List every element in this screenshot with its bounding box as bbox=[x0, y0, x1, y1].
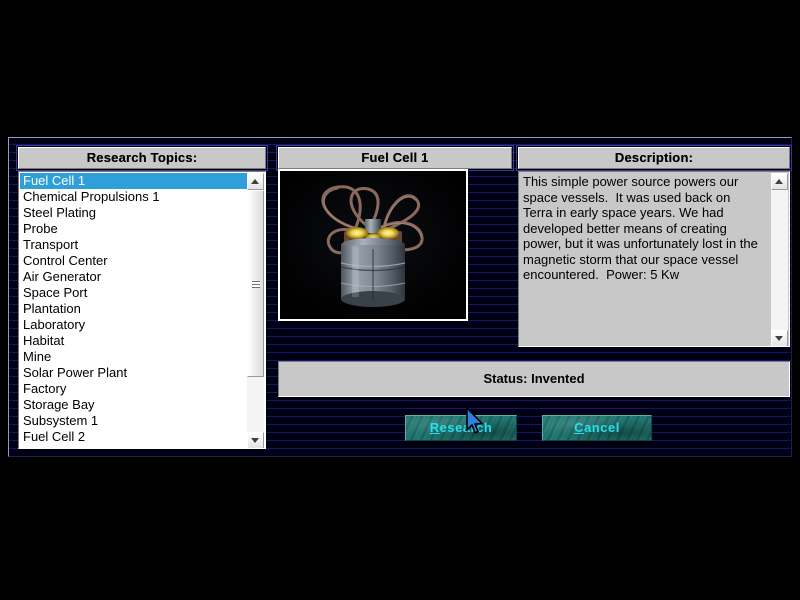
artwork-frame bbox=[278, 169, 468, 321]
research-topics-list-items[interactable]: Fuel Cell 1 Chemical Propulsions 1 Steel P… bbox=[20, 173, 248, 448]
list-item[interactable]: Solar Power Plant bbox=[20, 365, 248, 381]
cancel-button-accel: C bbox=[574, 420, 585, 435]
list-item[interactable]: Chemical Propulsions 1 bbox=[20, 189, 248, 205]
topics-scroll-up-button[interactable] bbox=[247, 173, 264, 190]
topics-scroll-down-button[interactable] bbox=[247, 432, 264, 448]
list-item[interactable]: Space Port bbox=[20, 285, 248, 301]
list-item[interactable]: Air Generator bbox=[20, 269, 248, 285]
topics-scrollbar[interactable] bbox=[247, 173, 264, 448]
image-header-outline: Fuel Cell 1 bbox=[276, 145, 514, 171]
cancel-button-label: ancel bbox=[584, 420, 620, 435]
list-item[interactable]: Control Center bbox=[20, 253, 248, 269]
research-dialog: Research Topics: Fuel Cell 1 Chemical Pro… bbox=[8, 137, 792, 457]
description-text: This simple power source powers our spac… bbox=[523, 174, 762, 282]
list-item[interactable]: Mine bbox=[20, 349, 248, 365]
list-item[interactable]: Probe bbox=[20, 221, 248, 237]
research-button-accel: R bbox=[429, 420, 440, 435]
research-topics-list[interactable]: Fuel Cell 1 Chemical Propulsions 1 Steel P… bbox=[18, 171, 266, 449]
description-scroll-down-button[interactable] bbox=[771, 330, 788, 346]
description-scrollbar[interactable] bbox=[771, 173, 788, 346]
list-item[interactable]: Storage Bay bbox=[20, 397, 248, 413]
description-box[interactable]: This simple power source powers our spac… bbox=[518, 171, 790, 347]
triangle-up-icon bbox=[251, 179, 259, 184]
list-item[interactable]: Plantation bbox=[20, 301, 248, 317]
list-item[interactable]: Laboratory bbox=[20, 317, 248, 333]
list-item[interactable]: Transport bbox=[20, 237, 248, 253]
cancel-button[interactable]: Cancel bbox=[542, 415, 652, 441]
triangle-down-icon bbox=[775, 336, 783, 341]
list-item[interactable]: Factory bbox=[20, 381, 248, 397]
status-bar: Status: Invented bbox=[278, 361, 790, 397]
fuel-cell-illustration bbox=[280, 171, 466, 319]
description-header: Description: bbox=[518, 147, 790, 169]
topics-header: Research Topics: bbox=[18, 147, 266, 169]
description-scroll-up-button[interactable] bbox=[771, 173, 788, 190]
list-item[interactable]: Fuel Cell 2 bbox=[20, 429, 248, 445]
list-item[interactable]: Fuel Cell 1 bbox=[20, 173, 248, 189]
fuel-cell-render bbox=[280, 171, 466, 319]
image-header: Fuel Cell 1 bbox=[278, 147, 512, 169]
research-button-label: esearch bbox=[439, 420, 493, 435]
list-item[interactable]: Subsystem 1 bbox=[20, 413, 248, 429]
list-item[interactable]: Steel Plating bbox=[20, 205, 248, 221]
triangle-up-icon bbox=[775, 179, 783, 184]
description-scroll-track[interactable] bbox=[771, 190, 788, 330]
triangle-down-icon bbox=[251, 438, 259, 443]
research-button[interactable]: Research bbox=[405, 415, 517, 441]
topics-scroll-track[interactable] bbox=[247, 190, 264, 432]
scroll-grip-icon bbox=[252, 281, 260, 288]
description-header-outline: Description: bbox=[516, 145, 792, 171]
list-item[interactable]: Habitat bbox=[20, 333, 248, 349]
desktop-background: Research Topics: Fuel Cell 1 Chemical Pro… bbox=[0, 0, 800, 600]
topics-header-outline: Research Topics: bbox=[16, 145, 268, 171]
research-dialog-inner: Research Topics: Fuel Cell 1 Chemical Pro… bbox=[11, 140, 792, 454]
topics-scroll-thumb[interactable] bbox=[247, 190, 264, 377]
